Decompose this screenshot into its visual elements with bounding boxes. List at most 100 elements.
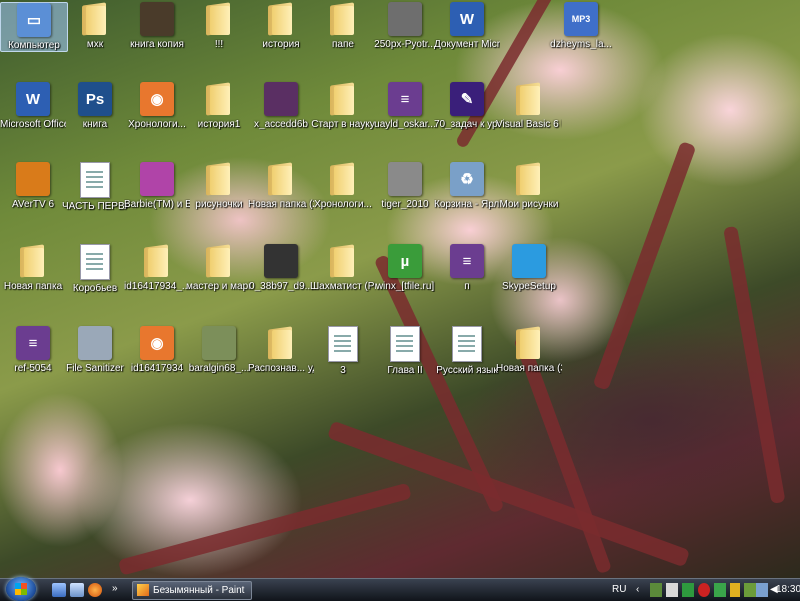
desktop-icon[interactable]: ✎ 70_задач к урокам ге...	[434, 82, 500, 130]
desktop-icon[interactable]: история	[248, 2, 314, 50]
desktop-icon[interactable]: история1	[186, 82, 252, 130]
desktop-icon-label: File Sanitizer	[66, 363, 124, 374]
desktop-icon[interactable]: ◉ Хронологи...	[124, 82, 190, 130]
desktop-icon[interactable]: File Sanitizer	[62, 326, 128, 374]
taskbar: » Безымянный - Paint RU ‹ ◀ 18:30	[0, 577, 800, 601]
desktop-icon-label: id16417934	[130, 363, 184, 374]
desktop-icon[interactable]: Коробьев	[62, 244, 128, 294]
folder-icon	[328, 162, 358, 196]
tray-app-icon-3[interactable]	[682, 583, 694, 597]
clock[interactable]: 18:30	[776, 583, 800, 597]
image-thumbnail-icon	[388, 2, 422, 36]
taskbar-item-paint[interactable]: Безымянный - Paint	[132, 581, 252, 600]
desktop-icon[interactable]: id16417934_...	[124, 244, 190, 292]
desktop-icon[interactable]: SkypeSetup	[496, 244, 562, 292]
desktop-icon[interactable]: Глава II	[372, 326, 438, 376]
quicklaunch-overflow-icon[interactable]: »	[112, 583, 122, 597]
desktop-icon-label: AVerTV 6	[11, 199, 55, 210]
image-thumbnail-icon	[264, 244, 298, 278]
wallpaper-branch	[117, 482, 412, 576]
desktop-icon-label: uayld_oskar...	[374, 119, 436, 130]
desktop-icon[interactable]: Новая папка (3)	[496, 326, 562, 374]
desktop-icon-label: Глава II	[387, 365, 423, 376]
desktop-icon[interactable]: рисуночки	[186, 162, 252, 210]
desktop-icon[interactable]: ≡ uayld_oskar...	[372, 82, 438, 130]
folder-icon	[328, 244, 358, 278]
desktop-icon[interactable]: ♻ Корзина - Ярлык	[434, 162, 500, 210]
winrar-icon: ≡	[450, 244, 484, 278]
folder-icon	[204, 82, 234, 116]
show-desktop-icon[interactable]	[52, 583, 66, 597]
desktop-icon[interactable]: мастер и маргарита	[186, 244, 252, 292]
desktop-icon[interactable]: Ps книга	[62, 82, 128, 130]
desktop-icon[interactable]: Хронологи...	[310, 162, 376, 210]
desktop-icon[interactable]: Русский язык	[434, 326, 500, 376]
desktop-icon[interactable]: AVerTV 6	[0, 162, 66, 210]
desktop-icon-label: книга	[82, 119, 108, 130]
desktop-icon-label: Barbie(TM) и Волшебст...	[124, 199, 190, 210]
desktop-icon[interactable]: ◉ id16417934	[124, 326, 190, 374]
winrar-icon: ≡	[16, 326, 50, 360]
desktop-icon[interactable]: Мои рисунки	[496, 162, 562, 210]
tray-app-icon-5[interactable]	[714, 583, 726, 597]
desktop-icon-label: Документ Microso...	[434, 39, 500, 50]
desktop-icon[interactable]: мхк	[62, 2, 128, 50]
desktop-icon[interactable]: x_accedd6b	[248, 82, 314, 130]
desktop-icon[interactable]: 0_38b97_d9...	[248, 244, 314, 292]
desktop-icon[interactable]: tiger_2010	[372, 162, 438, 210]
tray-app-icon-4[interactable]	[698, 583, 710, 597]
switch-windows-icon[interactable]	[70, 583, 84, 597]
desktop-icon[interactable]: MP3 dzheyms_la...	[548, 2, 614, 50]
desktop-icon[interactable]: ЧАСТЬ ПЕРВАЯ	[62, 162, 128, 212]
desktop-icon[interactable]: Старт в науку	[310, 82, 376, 130]
desktop-icon[interactable]: !!!	[186, 2, 252, 50]
desktop-icon[interactable]: Шахматист (Рыночны...	[310, 244, 376, 292]
desktop-icon[interactable]: 250px-Pyotr...	[372, 2, 438, 50]
desktop-icon-label: 70_задач к урокам ге...	[434, 119, 500, 130]
start-button[interactable]	[6, 577, 36, 601]
tray-app-icon-6[interactable]	[730, 583, 740, 597]
desktop-icon[interactable]: ≡ ref-5054	[0, 326, 66, 374]
application-icon	[512, 244, 546, 278]
image-thumbnail-icon	[202, 326, 236, 360]
desktop-icon[interactable]: µ winx_[tfile.ru]	[372, 244, 438, 292]
desktop-icon-label: рисуночки	[195, 199, 243, 210]
desktop-icon[interactable]: ▭ Компьютер	[0, 2, 68, 52]
desktop-icon-label: папе	[332, 39, 354, 50]
photoshop-icon: Ps	[78, 82, 112, 116]
tray-app-icon-7[interactable]	[744, 583, 756, 597]
desktop-icon-label: Новая папка (3)	[496, 363, 562, 374]
wallpaper-branch	[723, 225, 786, 504]
desktop-icon[interactable]: Новая папка	[0, 244, 66, 292]
firefox-quicklaunch-icon[interactable]	[88, 583, 102, 597]
desktop-icon-label: Новая папка (2)	[248, 199, 314, 210]
desktop-icon[interactable]: baralgin68_...	[186, 326, 252, 374]
desktop-icon[interactable]: W Microsoft Office Wo...	[0, 82, 66, 130]
desktop-icon[interactable]: книга копия	[124, 2, 190, 50]
desktop-icon-label: мастер и маргарита	[186, 281, 252, 292]
word-icon: W	[450, 2, 484, 36]
document-icon	[328, 326, 358, 362]
desktop-icon-label: Распознав... удобрений	[248, 363, 314, 374]
pencil-icon: ✎	[450, 82, 484, 116]
desktop-icon-label: baralgin68_...	[188, 363, 250, 374]
desktop-icon[interactable]: Visual Basic 6 Rus	[496, 82, 562, 130]
tray-app-icon-2[interactable]	[666, 583, 678, 597]
folder-icon	[514, 326, 544, 360]
desktop-icon-label: Русский язык	[436, 365, 498, 376]
desktop-icon[interactable]: 3	[310, 326, 376, 376]
desktop-icon[interactable]: папе	[310, 2, 376, 50]
desktop-icon[interactable]: Barbie(TM) и Волшебст...	[124, 162, 190, 210]
tray-expand-icon[interactable]: ‹	[636, 583, 639, 597]
desktop-icon-label: Шахматист (Рыночны...	[310, 281, 376, 292]
language-indicator[interactable]: RU	[612, 583, 626, 597]
desktop-icon[interactable]: ≡ п	[434, 244, 500, 292]
application-icon	[140, 162, 174, 196]
tray-app-icon-1[interactable]	[650, 583, 662, 597]
desktop-icon[interactable]: Распознав... удобрений	[248, 326, 314, 374]
desktop-icon[interactable]: Новая папка (2)	[248, 162, 314, 210]
network-icon[interactable]	[756, 583, 768, 597]
desktop-icon[interactable]: W Документ Microso...	[434, 2, 500, 50]
firefox-icon: ◉	[140, 326, 174, 360]
desktop-icon-label: книга копия	[130, 39, 184, 50]
